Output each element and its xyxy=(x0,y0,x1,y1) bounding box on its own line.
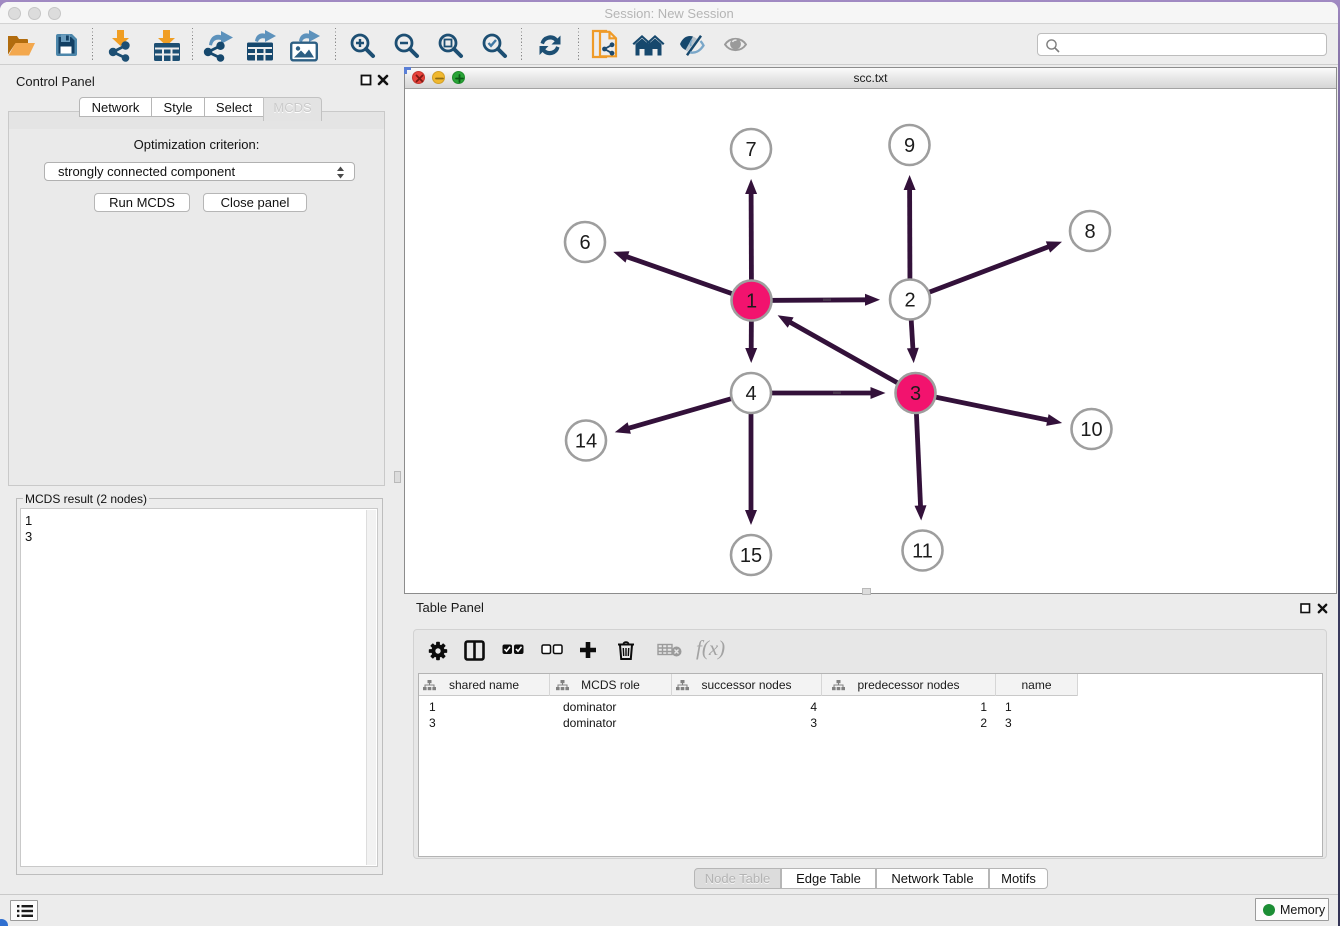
svg-text:10: 10 xyxy=(1080,419,1102,441)
svg-text:4: 4 xyxy=(745,383,756,405)
svg-text:14: 14 xyxy=(575,431,597,453)
svg-text:15: 15 xyxy=(740,545,762,567)
svg-text:11: 11 xyxy=(912,541,933,563)
svg-text:8: 8 xyxy=(1084,221,1095,243)
svg-text:7: 7 xyxy=(745,139,756,161)
svg-text:9: 9 xyxy=(904,135,915,157)
svg-text:2: 2 xyxy=(904,290,915,312)
svg-text:1: 1 xyxy=(746,291,757,313)
svg-text:6: 6 xyxy=(579,232,590,254)
svg-text:3: 3 xyxy=(910,383,921,405)
